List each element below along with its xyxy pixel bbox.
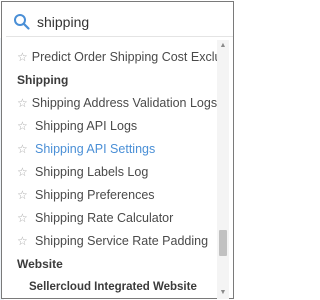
menu-item-label: Shipping Service Rate Padding: [35, 233, 209, 248]
scroll-up-arrow-icon[interactable]: ▲: [219, 42, 227, 50]
search-input[interactable]: [37, 11, 217, 33]
menu-item[interactable]: ☆ Shipping API Settings: [7, 137, 217, 160]
search-results-list: ☆Predict Order Shipping Cost ExclusionSh…: [7, 45, 217, 299]
menu-item-label: Shipping API Settings: [35, 141, 156, 156]
search-bar[interactable]: [6, 6, 233, 37]
menu-item-label: Shipping Rate Calculator: [35, 210, 174, 225]
section-header: Website: [17, 256, 63, 271]
star-outline-icon[interactable]: ☆: [17, 143, 31, 155]
star-outline-icon[interactable]: ☆: [17, 120, 31, 132]
star-outline-icon[interactable]: ☆: [17, 51, 28, 63]
menu-item[interactable]: ☆ Shipping API Logs: [7, 114, 217, 137]
menu-item-label: Shipping API Logs: [35, 118, 138, 133]
menu-item-label: Predict Order Shipping Cost Exclusion: [31, 49, 217, 64]
section-subheader: Sellercloud Integrated Website: [29, 280, 197, 293]
star-outline-icon[interactable]: ☆: [17, 166, 31, 178]
star-outline-icon[interactable]: ☆: [17, 97, 28, 109]
menu-item[interactable]: ☆ Shipping Address Validation Logs: [7, 91, 217, 114]
star-outline-icon[interactable]: ☆: [17, 212, 31, 224]
menu-item-label: Shipping Preferences: [35, 187, 155, 202]
search-icon: [14, 14, 30, 30]
scroll-down-arrow-icon[interactable]: ▼: [219, 289, 227, 297]
menu-item[interactable]: ☆ Shipping Preferences: [7, 183, 217, 206]
star-outline-icon[interactable]: ☆: [17, 235, 31, 247]
menu-item[interactable]: ☆ Shipping Service Rate Padding: [7, 229, 217, 252]
search-dropdown-panel: ☆Predict Order Shipping Cost ExclusionSh…: [1, 1, 234, 299]
menu-item-label: Shipping Labels Log: [35, 164, 149, 179]
menu-item[interactable]: ☆ Shipping Rate Calculator: [7, 206, 217, 229]
scrollbar[interactable]: ▲ ▼: [217, 40, 229, 299]
menu-item[interactable]: ☆ Shipping Labels Log: [7, 160, 217, 183]
star-outline-icon[interactable]: ☆: [17, 189, 31, 201]
menu-item[interactable]: ☆Predict Order Shipping Cost Exclusion: [7, 45, 217, 68]
scrollbar-thumb[interactable]: [219, 229, 227, 256]
menu-item-label: Shipping Address Validation Logs: [31, 95, 217, 110]
section-header: Shipping: [17, 72, 69, 87]
